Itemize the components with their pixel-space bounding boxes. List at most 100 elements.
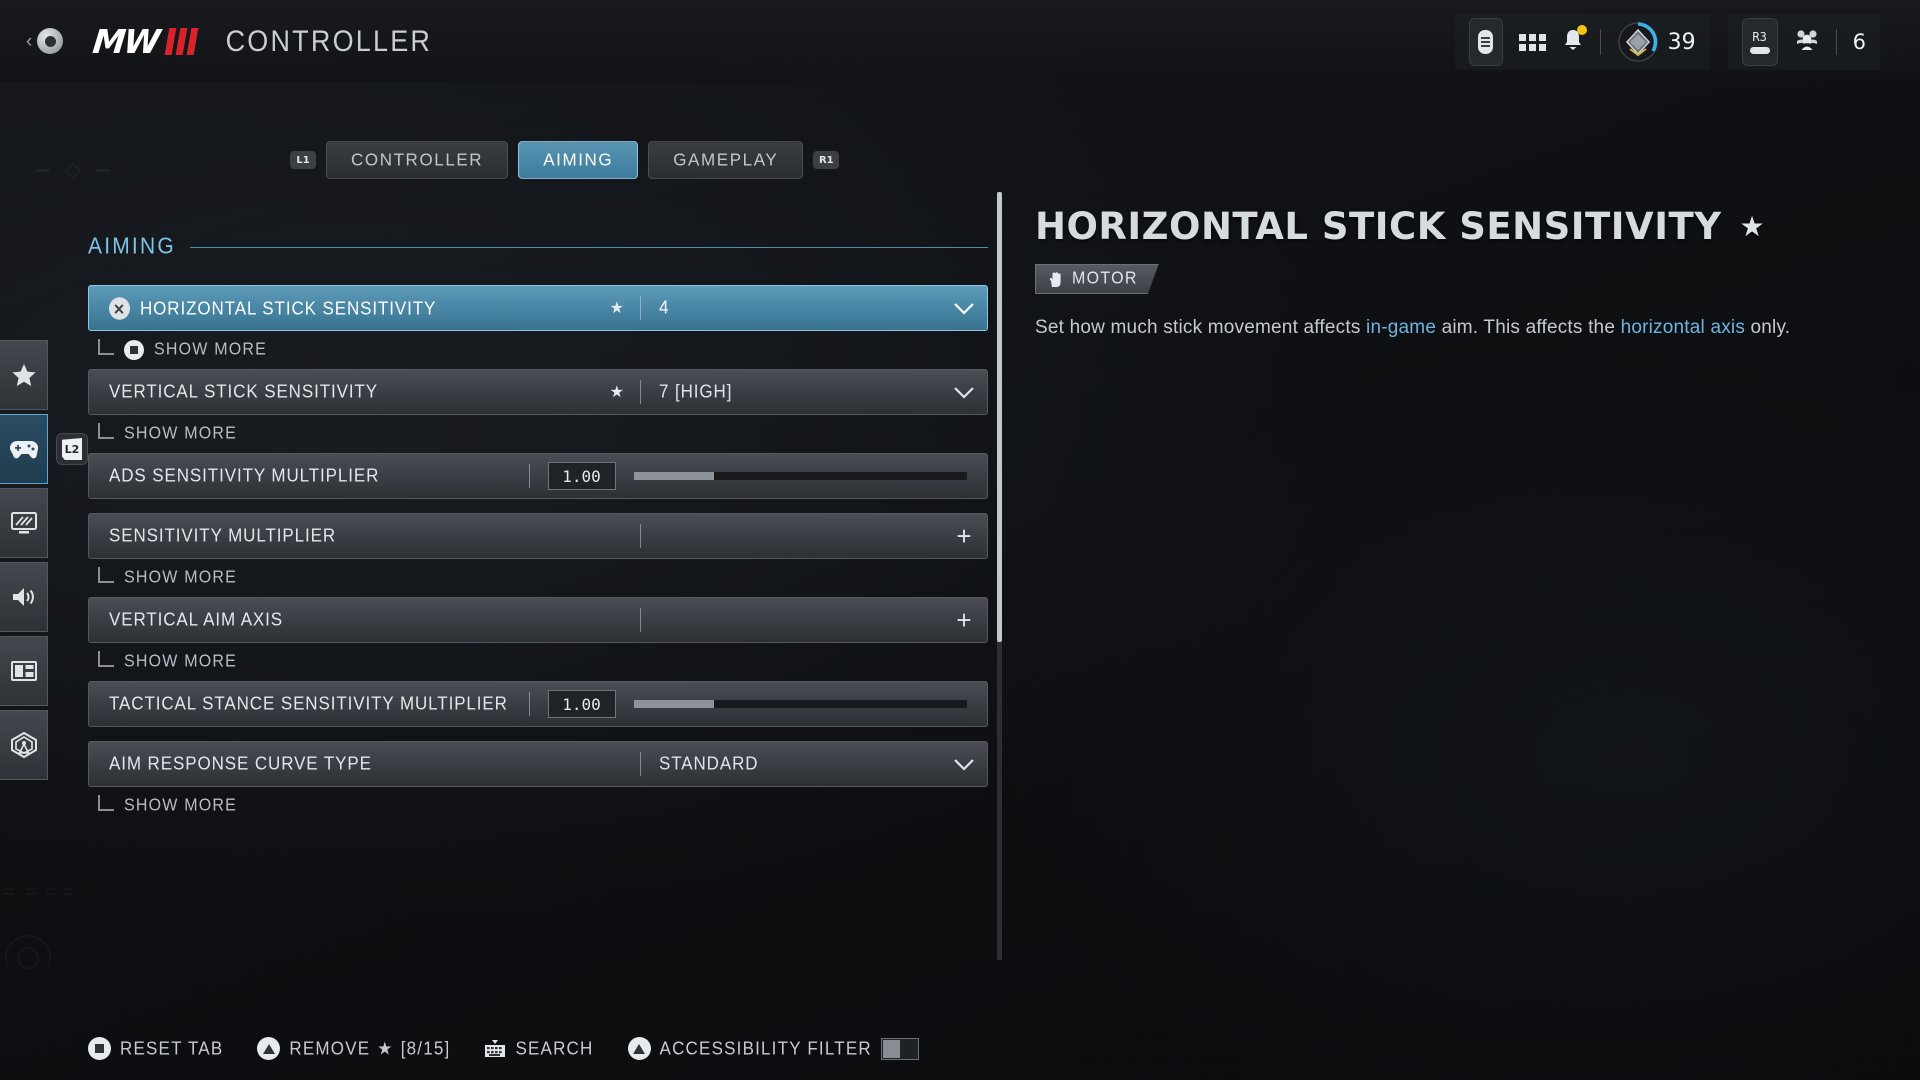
rank-display[interactable]: 39 — [1617, 21, 1696, 63]
chevron-down-icon[interactable] — [941, 758, 987, 771]
slider-track[interactable] — [633, 700, 967, 708]
squad-icon[interactable] — [1794, 27, 1820, 58]
setting-value: STANDARD — [659, 753, 759, 774]
hand-icon — [1048, 271, 1063, 288]
list-scrollbar-thumb[interactable] — [997, 192, 1002, 642]
row-label-wrap: ✕ HORIZONTAL STICK SENSITIVITY — [89, 296, 610, 320]
bottom-action-bar: RESET TAB REMOVE ★ [8/15] SEARCH ACCESSI… — [88, 1037, 919, 1060]
tree-elbow-icon — [98, 423, 114, 439]
keyboard-icon — [485, 1039, 506, 1057]
logo-text: MW — [91, 21, 161, 61]
sidebar-item-favorites[interactable] — [0, 340, 48, 410]
tag-label: MOTOR — [1072, 269, 1138, 288]
section-title: AIMING — [88, 234, 176, 259]
r3-button-icon[interactable]: R3 — [1741, 18, 1778, 66]
hud-group-right: R3 6 — [1727, 14, 1880, 70]
favorite-star-icon[interactable]: ★ — [610, 382, 624, 402]
settings-list-panel: AIMING ✕ HORIZONTAL STICK SENSITIVITY ★ … — [88, 234, 988, 825]
show-more-aim-response-curve-type[interactable]: SHOW MORE — [88, 787, 988, 825]
tab-controller[interactable]: CONTROLLER — [326, 141, 509, 179]
sidebar-item-graphics[interactable] — [0, 488, 48, 558]
accessibility-filter-button[interactable]: ACCESSIBILITY FILTER — [627, 1037, 919, 1060]
show-more-label: SHOW MORE — [124, 424, 238, 443]
detail-description: Set how much stick movement affects in-g… — [1035, 314, 1835, 343]
remove-label: REMOVE — [289, 1037, 371, 1059]
setting-value: 7 [HIGH] — [659, 381, 733, 402]
star-icon: ★ — [1739, 210, 1766, 243]
setting-row-vertical-aim-axis[interactable]: VERTICAL AIM AXIS + — [88, 597, 988, 643]
mw3-logo: MW — [91, 21, 198, 61]
tree-elbow-icon — [98, 567, 114, 583]
row-label-wrap-7: AIM RESPONSE CURVE TYPE — [89, 753, 640, 774]
row-separator — [640, 608, 641, 632]
show-more-horizontal-stick-sensitivity[interactable]: SHOW MORE — [88, 331, 988, 369]
setting-label: HORIZONTAL STICK SENSITIVITY — [140, 297, 437, 318]
expand-plus-icon[interactable]: + — [941, 523, 987, 549]
reset-tab-button[interactable]: RESET TAB — [88, 1037, 223, 1060]
search-button[interactable]: SEARCH — [484, 1038, 593, 1059]
show-more-vertical-aim-axis[interactable]: SHOW MORE — [88, 643, 988, 681]
detail-title: HORIZONTAL STICK SENSITIVITY — [1035, 205, 1722, 248]
back-button[interactable]: ‹ — [26, 28, 64, 54]
sidebar-item-controller[interactable]: L2 — [0, 414, 88, 484]
sidebar-item-interface[interactable] — [0, 636, 48, 706]
desc-part-1: Set how much stick movement affects — [1035, 317, 1367, 338]
slider-fill — [633, 472, 714, 480]
setting-row-tactical-stance-sensitivity-multiplier[interactable]: TACTICAL STANCE SENSITIVITY MULTIPLIER 1… — [88, 681, 988, 727]
header-bar: ‹ MW CONTROLLER 39 R3 6 — [0, 0, 1920, 82]
notification-bell-icon[interactable] — [1562, 24, 1587, 57]
status-badge-motor: MOTOR — [1035, 264, 1159, 294]
tab-aiming[interactable]: AIMING — [518, 141, 639, 179]
background-decoration-bottom — [4, 888, 73, 970]
sidebar-item-account[interactable] — [0, 710, 48, 780]
triangle-button-icon — [257, 1037, 281, 1060]
hud-divider — [1599, 29, 1601, 55]
back-chevron-icon: ‹ — [26, 30, 33, 52]
tab-gameplay[interactable]: GAMEPLAY — [648, 141, 804, 179]
setting-row-horizontal-stick-sensitivity[interactable]: ✕ HORIZONTAL STICK SENSITIVITY ★ 4 — [88, 285, 988, 331]
desc-highlight-1: in-game — [1366, 317, 1437, 338]
square-button-icon — [88, 1037, 111, 1060]
setting-label: ADS SENSITIVITY MULTIPLIER — [109, 465, 380, 486]
setting-row-aim-response-curve-type[interactable]: AIM RESPONSE CURVE TYPE STANDARD — [88, 741, 988, 787]
page-title: CONTROLLER — [225, 23, 433, 57]
rank-value: 39 — [1667, 29, 1696, 55]
sidebar-item-audio[interactable] — [0, 562, 48, 632]
rank-emblem-icon — [1617, 21, 1659, 63]
row-label-wrap-5: VERTICAL AIM AXIS — [89, 609, 640, 630]
tree-elbow-icon — [98, 339, 114, 355]
setting-row-sensitivity-multiplier[interactable]: SENSITIVITY MULTIPLIER + — [88, 513, 988, 559]
touchpad-icon[interactable] — [1468, 18, 1503, 66]
row-label-wrap-6: TACTICAL STANCE SENSITIVITY MULTIPLIER — [89, 693, 529, 714]
tree-elbow-icon — [98, 795, 114, 811]
setting-label: VERTICAL STICK SENSITIVITY — [109, 381, 379, 402]
list-scrollbar-track[interactable] — [997, 192, 1002, 960]
expand-plus-icon[interactable]: + — [941, 607, 987, 633]
show-more-sensitivity-multiplier[interactable]: SHOW MORE — [88, 559, 988, 597]
value-input[interactable]: 1.00 — [547, 462, 616, 490]
desc-highlight-2: horizontal axis — [1620, 317, 1746, 338]
slider-track[interactable] — [633, 472, 967, 480]
speaker-icon — [12, 588, 34, 606]
logo-bars-icon — [164, 27, 198, 55]
accessibility-filter-label: ACCESSIBILITY FILTER — [659, 1037, 872, 1059]
remove-favorite-button[interactable]: REMOVE ★ [8/15] — [257, 1037, 450, 1060]
slider-group-2: 1.00 — [530, 690, 988, 718]
setting-row-vertical-stick-sensitivity[interactable]: VERTICAL STICK SENSITIVITY ★ 7 [HIGH] — [88, 369, 988, 415]
squad-count: 6 — [1852, 30, 1866, 54]
grid-menu-icon[interactable] — [1518, 33, 1546, 51]
chevron-down-icon[interactable] — [941, 386, 987, 399]
accessibility-filter-toggle[interactable] — [880, 1037, 919, 1060]
show-more-vertical-stick-sensitivity[interactable]: SHOW MORE — [88, 415, 988, 453]
show-more-label: SHOW MORE — [154, 340, 268, 359]
setting-row-ads-sensitivity-multiplier[interactable]: ADS SENSITIVITY MULTIPLIER 1.00 — [88, 453, 988, 499]
favorite-star-icon[interactable]: ★ — [610, 298, 624, 318]
remove-label-wrap: REMOVE ★ [8/15] — [289, 1038, 450, 1059]
value-input[interactable]: 1.00 — [547, 690, 616, 718]
r3-label: R3 — [1752, 30, 1767, 44]
setting-label: VERTICAL AIM AXIS — [109, 609, 284, 630]
setting-label: AIM RESPONSE CURVE TYPE — [109, 753, 372, 774]
chevron-down-icon[interactable] — [941, 302, 987, 315]
reset-tab-label: RESET TAB — [120, 1037, 224, 1059]
cross-button-icon: ✕ — [109, 296, 130, 320]
